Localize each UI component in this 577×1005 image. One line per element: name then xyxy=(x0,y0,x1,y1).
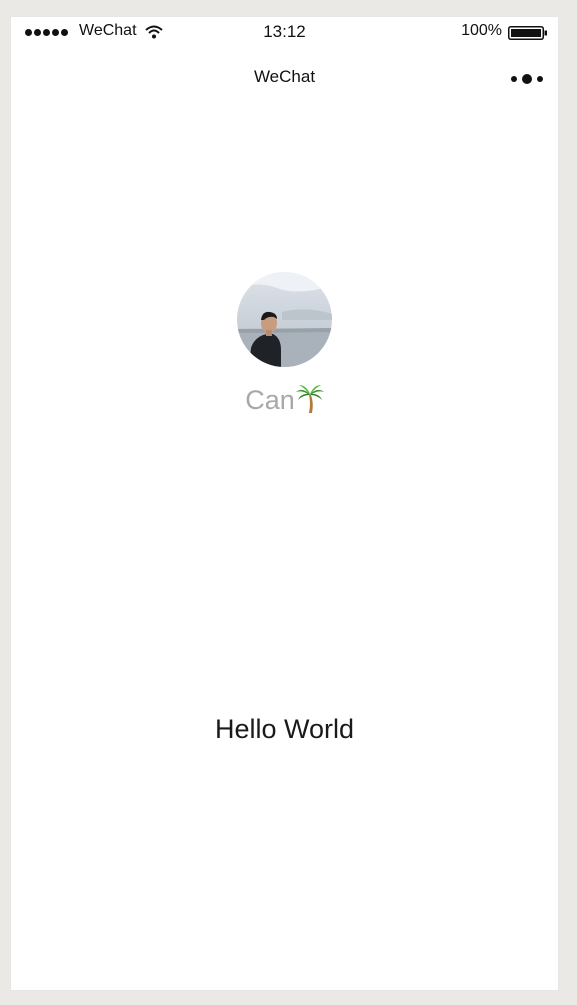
phone-screen: WeChat 13:12 100% WeChat Can Hello World xyxy=(11,17,558,990)
nickname-text: Can xyxy=(245,385,295,415)
user-nickname: Can xyxy=(11,383,558,416)
palm-tree-icon xyxy=(295,385,324,413)
battery-icon xyxy=(508,26,547,40)
page-title: WeChat xyxy=(253,67,316,86)
avatar-image xyxy=(237,272,332,367)
avatar[interactable] xyxy=(237,272,332,367)
status-bar: WeChat 13:12 100% xyxy=(11,17,558,49)
navigation-bar: WeChat xyxy=(11,61,558,95)
battery-percentage: 100% xyxy=(461,22,502,39)
motto-text: Hello World xyxy=(214,714,355,744)
more-menu-icon[interactable] xyxy=(510,73,544,85)
